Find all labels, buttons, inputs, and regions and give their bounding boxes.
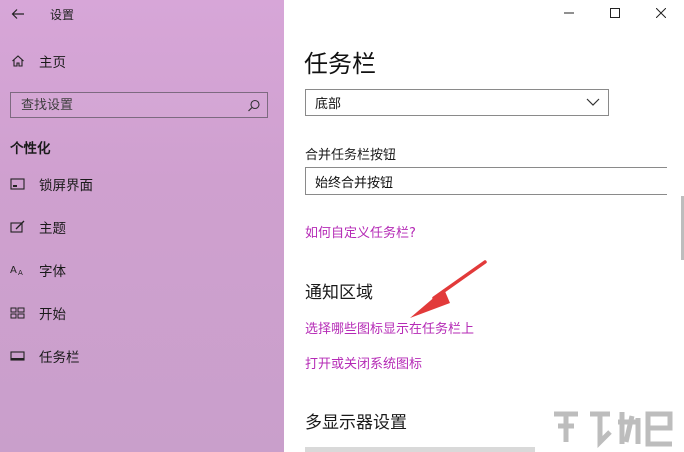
back-arrow-icon xyxy=(11,9,24,19)
system-icons-link[interactable]: 打开或关闭系统图标 xyxy=(305,353,422,372)
sidebar-item-lock-screen[interactable]: 锁屏界面 xyxy=(0,166,284,202)
sidebar-item-label: 主题 xyxy=(39,221,66,237)
maximize-icon xyxy=(610,8,620,18)
sidebar-item-start[interactable]: 开始 xyxy=(0,295,284,331)
sidebar-item-taskbar[interactable]: 任务栏 xyxy=(0,338,284,374)
page-title: 任务栏 xyxy=(304,50,376,78)
window-controls xyxy=(546,0,684,26)
watermark-logo-icon xyxy=(554,411,673,448)
home-icon xyxy=(10,53,26,69)
sidebar-item-label: 主页 xyxy=(39,55,66,71)
notification-area-heading: 通知区域 xyxy=(305,283,373,303)
select-value: 始终合并按钮 xyxy=(315,175,394,191)
sidebar-item-label: 任务栏 xyxy=(39,350,80,366)
back-button[interactable] xyxy=(0,0,36,28)
section-heading-personalization: 个性化 xyxy=(10,141,51,157)
font-icon: AA xyxy=(10,262,26,278)
svg-text:A: A xyxy=(10,265,17,276)
sidebar: 设置 主页 个性化 锁屏界面 主题 AA 字体 开始 xyxy=(0,0,284,452)
lock-screen-icon xyxy=(10,176,26,192)
maximize-button[interactable] xyxy=(592,0,638,26)
start-icon xyxy=(10,305,26,321)
taskbar-icon xyxy=(10,348,26,364)
title-bar: 设置 xyxy=(0,0,284,28)
close-button[interactable] xyxy=(638,0,684,26)
customize-taskbar-link[interactable]: 如何自定义任务栏? xyxy=(305,222,416,241)
sidebar-item-theme[interactable]: 主题 xyxy=(0,209,284,245)
sidebar-item-label: 开始 xyxy=(39,307,66,323)
sidebar-item-label: 字体 xyxy=(39,264,66,280)
close-icon xyxy=(656,8,666,18)
select-taskbar-icons-link[interactable]: 选择哪些图标显示在任务栏上 xyxy=(305,318,474,337)
combine-buttons-label: 合并任务栏按钮 xyxy=(305,148,397,163)
theme-icon xyxy=(10,219,26,235)
main-content: 任务栏 底部 合并任务栏按钮 始终合并按钮 如何自定义任务栏? 通知区域 选择哪… xyxy=(284,0,684,452)
search-icon[interactable] xyxy=(247,98,261,117)
svg-text:A: A xyxy=(18,269,23,277)
app-title: 设置 xyxy=(50,7,75,22)
taskbar-position-select[interactable]: 底部 xyxy=(305,89,609,116)
minimize-button[interactable] xyxy=(546,0,592,26)
multiple-displays-heading: 多显示器设置 xyxy=(305,413,407,433)
sidebar-item-home[interactable]: 主页 xyxy=(0,43,284,79)
minimize-icon xyxy=(564,12,574,14)
select-value: 底部 xyxy=(315,97,342,112)
chevron-down-icon xyxy=(586,98,600,106)
sidebar-item-label: 锁屏界面 xyxy=(39,178,93,194)
cut-off-text xyxy=(305,447,535,452)
sidebar-item-fonts[interactable]: AA 字体 xyxy=(0,252,284,288)
combine-buttons-select[interactable]: 始终合并按钮 xyxy=(305,167,667,195)
search-field[interactable] xyxy=(10,92,268,118)
search-input[interactable] xyxy=(21,97,241,113)
